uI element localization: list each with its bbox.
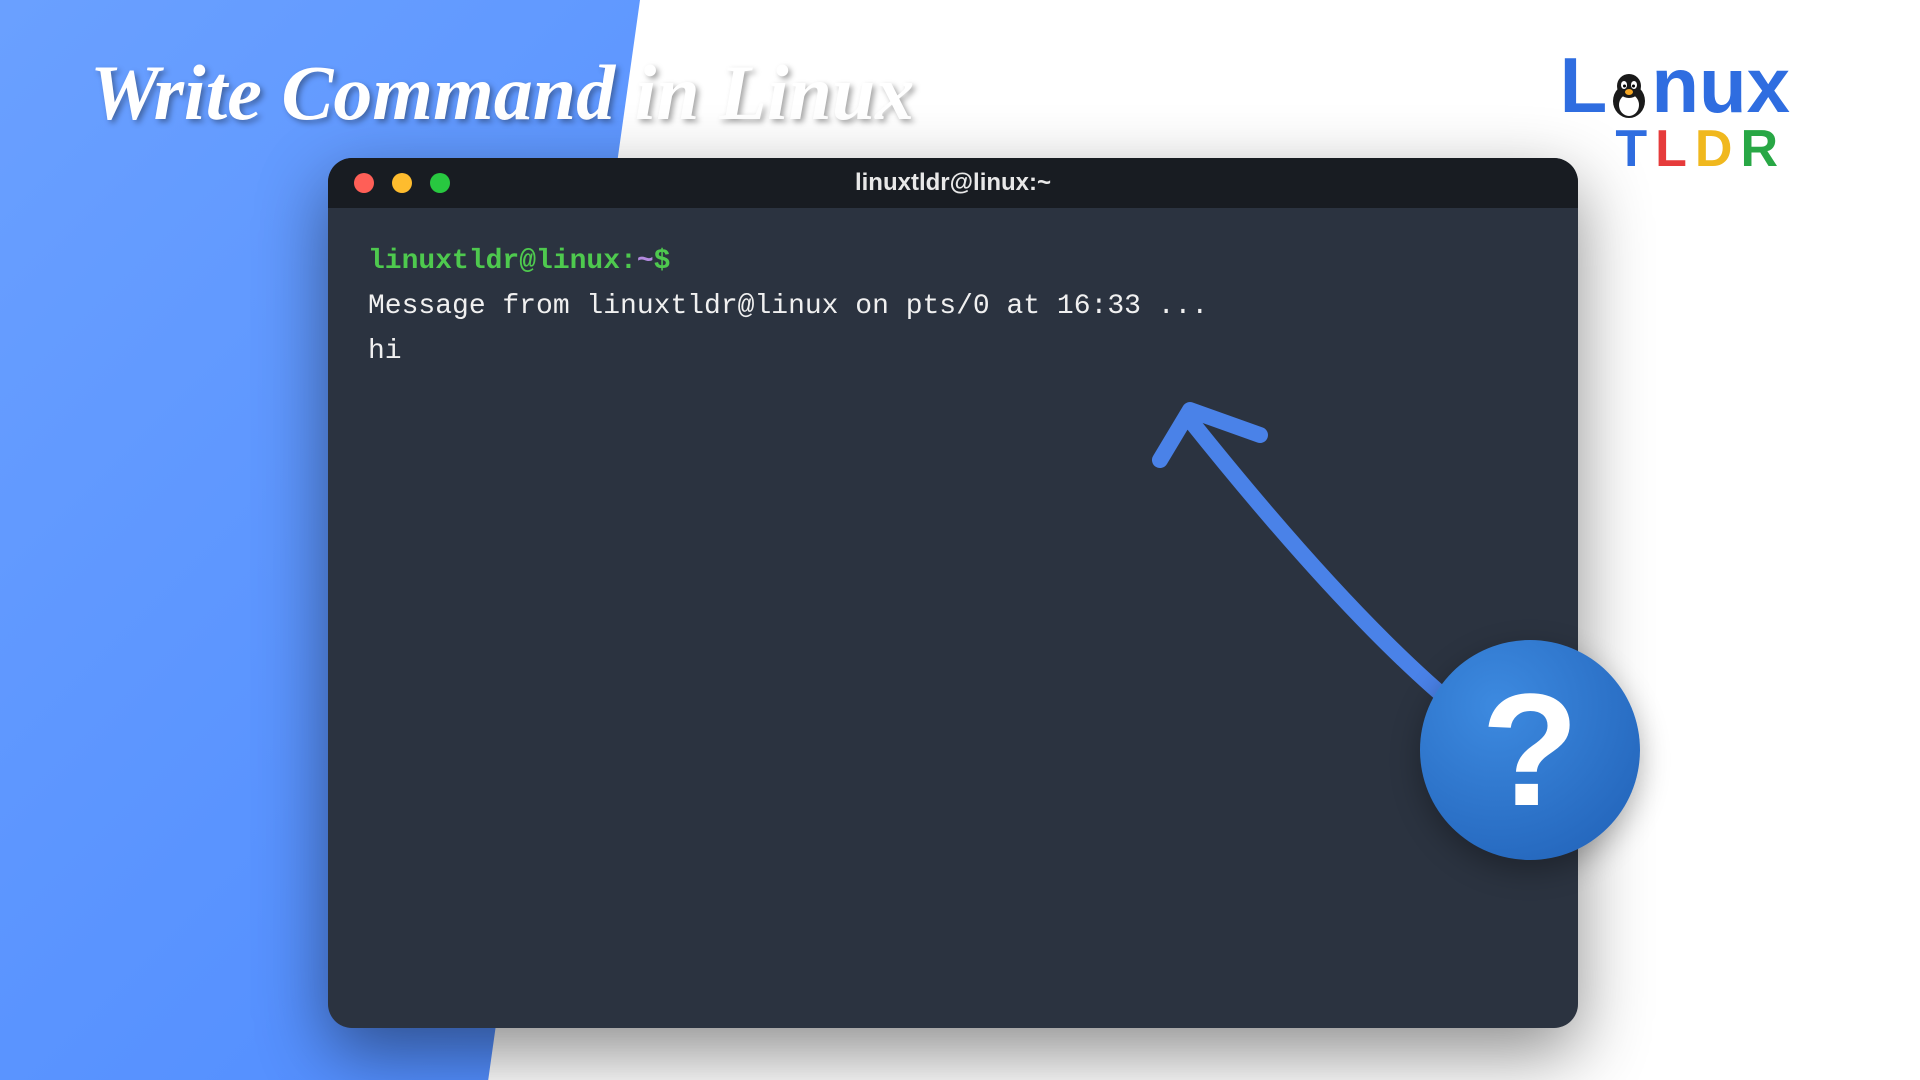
brand-logo: L nux TLDR [1560, 40, 1790, 179]
question-mark-symbol: ? [1481, 658, 1579, 842]
logo-main-text: L nux [1560, 40, 1790, 131]
logo-letters-nux: nux [1651, 40, 1790, 131]
prompt-line: linuxtldr@linux:~$ [368, 240, 1538, 285]
prompt-path: ~ [637, 246, 654, 277]
prompt-dollar: $ [654, 246, 671, 277]
terminal-title: linuxtldr@linux:~ [328, 169, 1578, 197]
maximize-button[interactable] [430, 173, 450, 193]
prompt-colon: : [620, 246, 637, 277]
prompt-user: linuxtldr@linux [368, 246, 620, 277]
close-button[interactable] [354, 173, 374, 193]
minimize-button[interactable] [392, 173, 412, 193]
window-controls [354, 173, 450, 193]
page-title: Write Command in Linux [90, 48, 914, 138]
penguin-icon [1605, 71, 1653, 119]
terminal-output-message: Message from linuxtldr@linux on pts/0 at… [368, 285, 1538, 330]
logo-tldr-t: T [1615, 120, 1655, 178]
logo-tldr-d: D [1695, 120, 1741, 178]
terminal-titlebar: linuxtldr@linux:~ [328, 158, 1578, 208]
terminal-window: linuxtldr@linux:~ linuxtldr@linux:~$ Mes… [328, 158, 1578, 1028]
logo-tldr-l: L [1655, 120, 1695, 178]
logo-letter-l: L [1560, 40, 1608, 131]
terminal-output-hi: hi [368, 330, 1538, 375]
terminal-body[interactable]: linuxtldr@linux:~$ Message from linuxtld… [328, 208, 1578, 406]
logo-tldr-r: R [1740, 120, 1786, 178]
question-mark-icon: ? [1420, 640, 1640, 860]
